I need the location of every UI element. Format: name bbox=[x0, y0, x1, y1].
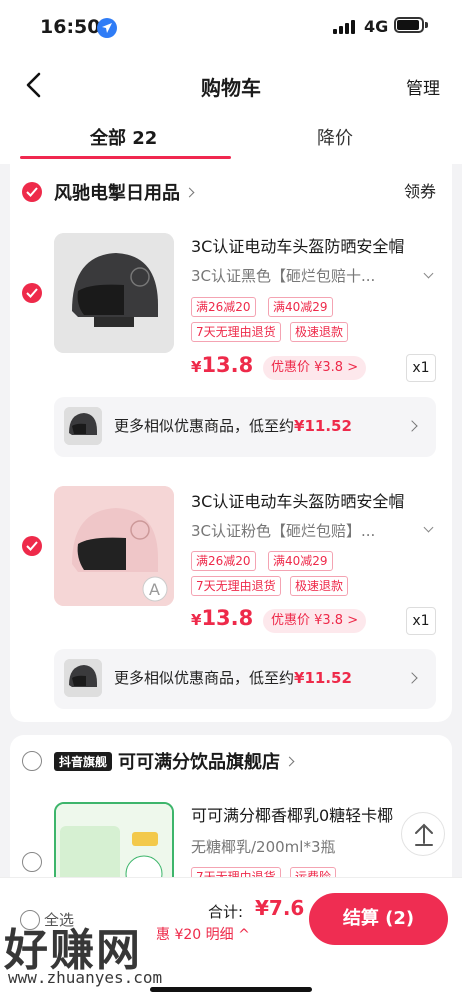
item-checkbox[interactable] bbox=[22, 536, 42, 556]
tab-bar: 全部 22 降价 bbox=[0, 116, 462, 164]
network-label: 4G bbox=[364, 17, 389, 36]
promo-tag: 满40减29 bbox=[268, 297, 333, 317]
battery-icon bbox=[394, 17, 428, 33]
similar-text: 更多相似优惠商品，低至约¥11.52 bbox=[114, 669, 352, 687]
chevron-right-icon bbox=[184, 187, 195, 198]
discount-price-pill[interactable]: 优惠价 ¥3.8 > bbox=[263, 356, 367, 380]
signal-icon bbox=[333, 20, 355, 34]
checkout-button[interactable]: 结算 (2) bbox=[309, 893, 448, 945]
product-price: ¥13.8 bbox=[191, 606, 254, 630]
home-indicator bbox=[150, 987, 312, 992]
product-title[interactable]: 3C认证电动车头盔防晒安全帽 bbox=[191, 488, 404, 512]
item-checkbox[interactable] bbox=[22, 852, 42, 872]
discount-price-pill[interactable]: 优惠价 ¥3.8 > bbox=[263, 609, 367, 633]
coupon-button[interactable]: 领券 bbox=[404, 178, 436, 202]
chevron-right-icon bbox=[406, 420, 418, 432]
discount-detail-link[interactable]: 惠 ¥20 明细 ^ bbox=[156, 924, 250, 944]
store-name[interactable]: 风驰电掣日用品 bbox=[54, 179, 195, 205]
tab-indicator bbox=[20, 156, 231, 159]
total-label: 合计: bbox=[208, 903, 244, 921]
location-icon bbox=[97, 18, 117, 38]
select-all-label[interactable]: 全选 bbox=[44, 909, 74, 930]
tab-price-drop[interactable]: 降价 bbox=[317, 124, 353, 150]
chevron-right-icon bbox=[284, 756, 295, 767]
select-all-checkbox[interactable] bbox=[20, 910, 40, 930]
promo-tag: 满40减29 bbox=[268, 551, 333, 571]
product-price: ¥13.8 bbox=[191, 353, 254, 377]
svg-text:A: A bbox=[149, 580, 160, 599]
douyin-flagship-badge: 抖音旗舰 bbox=[54, 752, 113, 771]
total-amount: ¥7.6 bbox=[255, 896, 305, 920]
scroll-to-top-button[interactable] bbox=[401, 812, 445, 856]
service-tag: 极速退款 bbox=[290, 322, 349, 342]
quantity-selector[interactable]: x1 bbox=[406, 354, 436, 382]
similar-products-banner[interactable]: 更多相似优惠商品，低至约¥11.52 bbox=[54, 397, 436, 457]
product-title[interactable]: 3C认证电动车头盔防晒安全帽 bbox=[191, 233, 404, 257]
similar-thumb-image bbox=[64, 659, 102, 697]
similar-thumb-image bbox=[64, 407, 102, 445]
service-tag: 极速退款 bbox=[290, 576, 349, 596]
product-spec[interactable]: 3C认证黑色【砸烂包赔十... bbox=[191, 265, 375, 286]
product-image-black-helmet[interactable] bbox=[54, 233, 174, 353]
similar-products-banner[interactable]: 更多相似优惠商品，低至约¥11.52 bbox=[54, 649, 436, 709]
store-card: 风驰电掣日用品 领券 3C认证电动车头盔防晒安全帽 3C认证黑色【砸烂包赔十..… bbox=[10, 160, 452, 722]
service-tag: 7天无理由退货 bbox=[191, 576, 281, 596]
store-checkbox[interactable] bbox=[22, 182, 42, 202]
tab-all[interactable]: 全部 22 bbox=[90, 124, 157, 150]
service-tag: 7天无理由退货 bbox=[191, 322, 281, 342]
nav-header: 购物车 管理 bbox=[0, 58, 462, 116]
promo-tag: 满26减20 bbox=[191, 551, 256, 571]
store-checkbox[interactable] bbox=[22, 751, 42, 771]
chevron-right-icon bbox=[406, 672, 418, 684]
product-spec[interactable]: 3C认证粉色【砸烂包赔】... bbox=[191, 520, 375, 541]
product-spec[interactable]: 无糖椰乳/200ml*3瓶 bbox=[191, 836, 336, 857]
quantity-selector[interactable]: x1 bbox=[406, 607, 436, 635]
product-image-pink-helmet[interactable]: A bbox=[54, 486, 174, 606]
chevron-down-icon[interactable] bbox=[423, 268, 434, 279]
status-bar: 16:50 4G bbox=[0, 0, 462, 58]
page-title: 购物车 bbox=[201, 76, 261, 100]
chevron-down-icon[interactable] bbox=[423, 522, 434, 533]
checkout-bar: 全选 合计: ¥7.6 惠 ¥20 明细 ^ 结算 (2) bbox=[0, 877, 462, 1000]
promo-tag: 满26减20 bbox=[191, 297, 256, 317]
manage-button[interactable]: 管理 bbox=[406, 74, 440, 99]
status-time: 16:50 bbox=[40, 16, 101, 38]
similar-text: 更多相似优惠商品，低至约¥11.52 bbox=[114, 417, 352, 435]
store-name[interactable]: 抖音旗舰 可可满分饮品旗舰店 bbox=[54, 748, 295, 774]
item-checkbox[interactable] bbox=[22, 283, 42, 303]
